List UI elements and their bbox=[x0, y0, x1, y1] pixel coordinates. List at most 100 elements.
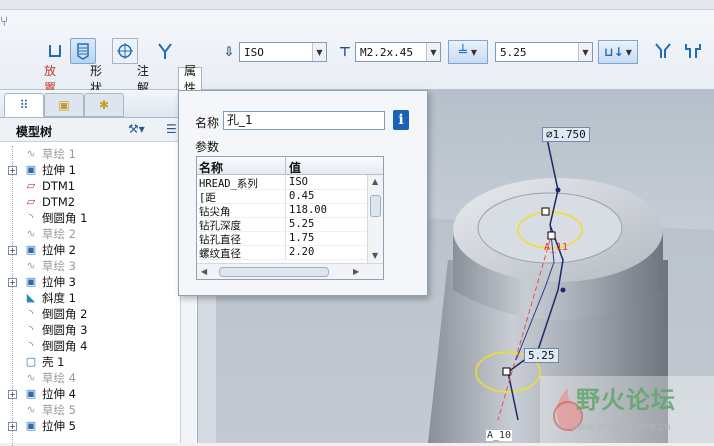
tree-item[interactable]: ◣ 斜度 1 bbox=[0, 290, 196, 306]
tree-item[interactable]: ▱ DTM2 bbox=[0, 194, 196, 210]
dim-point bbox=[555, 187, 561, 193]
tree-item[interactable]: ∿ 草绘 4 bbox=[0, 370, 196, 386]
scroll-right-icon[interactable]: ▶ bbox=[353, 267, 359, 276]
drag-handle-center[interactable] bbox=[547, 231, 556, 240]
tree-item[interactable]: ∿ 草绘 5 bbox=[0, 402, 196, 418]
scroll-up-icon[interactable]: ▲ bbox=[372, 177, 378, 186]
standard-hole-button[interactable] bbox=[70, 38, 96, 64]
add-thread-button[interactable] bbox=[112, 38, 138, 64]
extrude-icon: ▣ bbox=[25, 419, 37, 432]
tab-placement[interactable]: 放置 bbox=[44, 64, 56, 95]
tree-item[interactable]: + ▣ 拉伸 5 bbox=[0, 418, 196, 434]
round-icon: ◝ bbox=[28, 211, 34, 224]
column-divider bbox=[285, 232, 286, 246]
diameter-dimension[interactable]: ⌀1.750 bbox=[542, 127, 590, 142]
thread-type-select[interactable]: ISO ▼ bbox=[239, 42, 327, 62]
chevron-down-icon[interactable]: ▼ bbox=[312, 43, 326, 61]
ribbon-edge-icon: ⑂ bbox=[0, 14, 9, 30]
column-divider bbox=[285, 190, 286, 204]
tab-model-tree[interactable]: ⠿ bbox=[4, 93, 44, 117]
param-name: 螺纹直径 bbox=[199, 248, 241, 260]
expand-icon[interactable]: + bbox=[8, 421, 17, 431]
tree-item[interactable]: ∿ 草绘 2 bbox=[0, 226, 196, 242]
tree-item[interactable]: + ▣ 拉伸 4 bbox=[0, 386, 196, 402]
tree-item-label: DTM1 bbox=[42, 179, 76, 193]
param-name: 钻尖角 bbox=[199, 206, 231, 218]
tree-item-label: 拉伸 5 bbox=[42, 419, 76, 433]
sketch-icon: ∿ bbox=[26, 147, 36, 160]
tree-item-label: 倒圆角 3 bbox=[42, 323, 88, 337]
round-icon: ◝ bbox=[28, 307, 34, 320]
tree-item[interactable]: + ▣ 拉伸 2 bbox=[0, 242, 196, 258]
tree-item-label: DTM2 bbox=[42, 195, 76, 209]
tab-shape[interactable]: 形状 bbox=[90, 64, 102, 95]
scroll-left-icon[interactable]: ◀ bbox=[201, 267, 207, 276]
sketch-icon: ∿ bbox=[26, 259, 36, 272]
tree-settings-icon[interactable]: ⚒▾ bbox=[128, 122, 145, 138]
tapered-hole-button[interactable] bbox=[152, 38, 178, 64]
tree-item-label: 草绘 4 bbox=[42, 371, 76, 385]
depth-value-field[interactable]: 5.25 ▼ bbox=[495, 42, 593, 62]
table-row[interactable]: 钻孔直径 1.75 bbox=[197, 232, 367, 246]
param-value: 0.45 bbox=[289, 190, 315, 202]
scroll-down-icon[interactable]: ▼ bbox=[372, 251, 378, 260]
expand-icon[interactable]: + bbox=[8, 277, 17, 287]
tab-favorites[interactable]: ✱ bbox=[84, 93, 124, 117]
tree-item[interactable]: ▢ 壳 1 bbox=[0, 354, 196, 370]
simple-hole-icon bbox=[49, 45, 61, 57]
param-value: 2.20 bbox=[289, 246, 315, 258]
tree-item[interactable]: ∿ 草绘 1 bbox=[0, 146, 196, 162]
tree-item[interactable]: ◝ 倒圆角 4 bbox=[0, 338, 196, 354]
name-label: 名称 bbox=[195, 116, 220, 130]
screw-size-select[interactable]: M2.2x.45 ▼ bbox=[355, 42, 441, 62]
depth-option-button[interactable]: ╧ ▼ bbox=[448, 40, 488, 64]
info-icon[interactable]: i bbox=[393, 110, 409, 130]
expand-icon[interactable]: + bbox=[8, 389, 17, 399]
expand-icon[interactable]: + bbox=[8, 245, 17, 255]
chevron-down-icon[interactable]: ▼ bbox=[426, 43, 440, 61]
table-row[interactable]: 钻孔深度 5.25 bbox=[197, 218, 367, 232]
tab-folder-browser[interactable]: ▣ bbox=[44, 93, 84, 117]
tree-item[interactable]: ∿ 草绘 3 bbox=[0, 258, 196, 274]
chevron-down-icon: ▼ bbox=[470, 47, 477, 57]
countersink-button[interactable] bbox=[650, 38, 676, 64]
column-divider bbox=[285, 204, 286, 218]
chevron-down-icon[interactable]: ▼ bbox=[578, 43, 592, 61]
tree-item-label: 倒圆角 1 bbox=[42, 211, 88, 225]
tree-item-label: 倒圆角 2 bbox=[42, 307, 88, 321]
shell-icon: ▢ bbox=[25, 355, 37, 368]
counterbore-button[interactable] bbox=[680, 38, 706, 64]
tab-note[interactable]: 注解 bbox=[137, 64, 149, 95]
tree-item[interactable]: + ▣ 拉伸 3 bbox=[0, 274, 196, 290]
parameters-hscrollbar[interactable]: ◀ ▶ bbox=[197, 263, 383, 279]
drag-handle-bottom[interactable] bbox=[502, 367, 511, 376]
extrude-icon: ▣ bbox=[25, 163, 37, 176]
scroll-thumb[interactable] bbox=[370, 195, 381, 217]
depth-dimension[interactable]: 5.25 bbox=[524, 348, 559, 363]
dim-point bbox=[560, 287, 566, 293]
tree-item[interactable]: ◝ 倒圆角 1 bbox=[0, 210, 196, 226]
drag-handle-top[interactable] bbox=[541, 207, 550, 216]
tab-properties[interactable]: 属性 bbox=[178, 64, 203, 95]
table-row[interactable]: HREAD_系列 ISO bbox=[197, 176, 367, 190]
parameters-vscrollbar[interactable]: ▲ ▼ bbox=[367, 175, 383, 263]
tree-item[interactable]: ◝ 倒圆角 2 bbox=[0, 306, 196, 322]
column-divider bbox=[285, 176, 286, 190]
table-row[interactable]: [距 0.45 bbox=[197, 190, 367, 204]
tree-item[interactable]: ◝ 倒圆角 3 bbox=[0, 322, 196, 338]
tree-item[interactable]: ▱ DTM1 bbox=[0, 178, 196, 194]
depth-direction-button[interactable]: ⊔↓ ▼ bbox=[598, 40, 638, 64]
navigator-tabs: ⠿ ▣ ✱ bbox=[0, 90, 198, 118]
tree-item[interactable]: + ▣ 拉伸 1 bbox=[0, 162, 196, 178]
expand-icon[interactable]: + bbox=[8, 165, 17, 175]
table-row[interactable]: 钻尖角 118.00 bbox=[197, 204, 367, 218]
ribbon-top-strip bbox=[0, 0, 714, 10]
scroll-thumb[interactable] bbox=[219, 267, 329, 277]
extrude-icon: ▣ bbox=[25, 243, 37, 256]
table-row[interactable]: 螺纹直径 2.20 bbox=[197, 246, 367, 260]
name-field[interactable]: 孔_1 bbox=[223, 111, 385, 130]
param-value: 5.25 bbox=[289, 218, 315, 230]
simple-hole-button[interactable] bbox=[42, 38, 68, 64]
depth-value: 5.25 bbox=[500, 45, 527, 59]
column-divider bbox=[285, 246, 286, 260]
